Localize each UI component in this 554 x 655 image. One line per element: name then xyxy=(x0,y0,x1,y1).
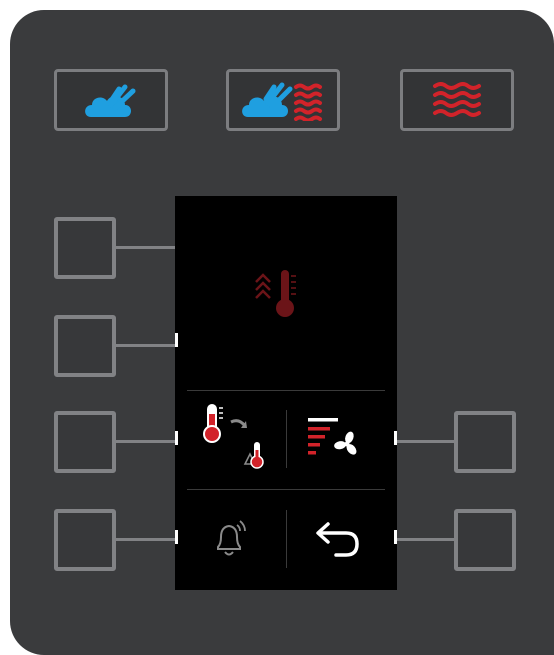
steam-icon xyxy=(85,84,136,117)
convection-mode-button[interactable] xyxy=(400,69,514,131)
connector-line xyxy=(397,538,454,541)
edge-marker xyxy=(394,530,397,544)
combination-mode-button[interactable] xyxy=(226,69,340,131)
divider xyxy=(286,510,287,568)
left-button-1[interactable] xyxy=(54,217,116,279)
connector-line xyxy=(116,440,175,443)
right-button-4[interactable] xyxy=(454,509,516,571)
connector-line xyxy=(116,344,175,347)
delta-t-thermometer-icon[interactable] xyxy=(201,400,275,474)
left-button-4[interactable] xyxy=(54,509,116,571)
right-button-3[interactable] xyxy=(454,411,516,473)
divider xyxy=(286,410,287,468)
steam-and-heat-icon xyxy=(242,82,322,121)
steam-mode-button[interactable] xyxy=(54,69,168,131)
divider xyxy=(187,489,385,490)
fan-speed-icon[interactable] xyxy=(306,416,364,462)
connector-line xyxy=(116,538,175,541)
edge-marker xyxy=(175,431,178,445)
edge-marker xyxy=(175,530,178,544)
connector-line xyxy=(116,246,175,249)
divider xyxy=(187,390,385,391)
left-button-2[interactable] xyxy=(54,315,116,377)
back-arrow-icon[interactable] xyxy=(314,519,362,559)
edge-marker xyxy=(394,431,397,445)
left-button-3[interactable] xyxy=(54,411,116,473)
temperature-increase-icon xyxy=(255,270,296,317)
hot-air-icon xyxy=(433,82,481,117)
bell-icon[interactable] xyxy=(212,517,248,559)
edge-marker xyxy=(175,333,178,347)
connector-line xyxy=(397,440,454,443)
